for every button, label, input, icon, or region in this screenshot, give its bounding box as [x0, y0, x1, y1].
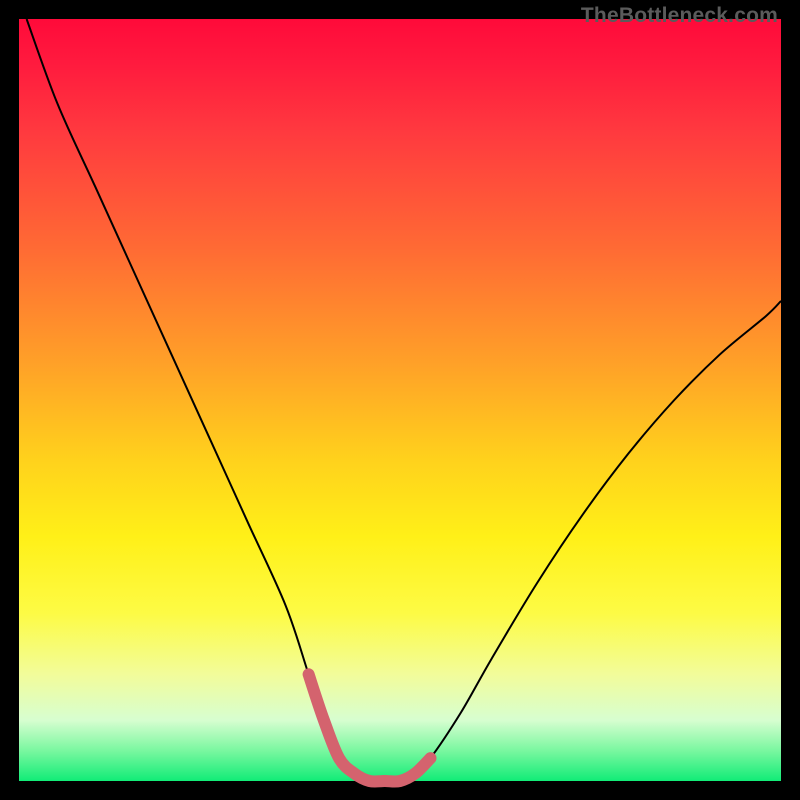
outer-frame: TheBottleneck.com [0, 0, 800, 800]
bottleneck-curve [27, 19, 781, 782]
chart-svg [19, 19, 781, 781]
optimal-band [309, 674, 431, 781]
watermark-text: TheBottleneck.com [581, 4, 778, 28]
